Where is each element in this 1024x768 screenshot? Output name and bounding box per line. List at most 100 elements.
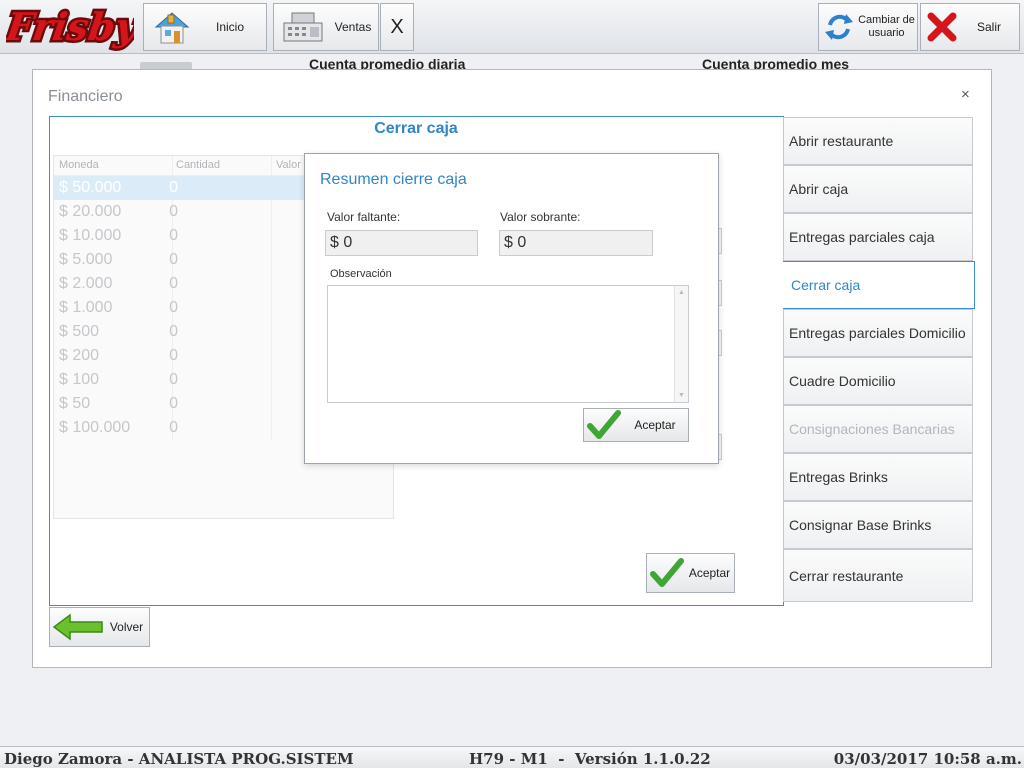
status-user: Diego Zamora - ANALISTA PROG.SISTEM — [4, 750, 354, 768]
menu-entregas-brinks[interactable]: Entregas Brinks — [783, 453, 973, 501]
grid-cell-moneda: $ 2.000 — [59, 275, 113, 292]
grid-cell-moneda: $ 50.000 — [59, 179, 122, 196]
menu-cuadre-domicilio[interactable]: Cuadre Domicilio — [783, 357, 973, 405]
financiero-close-icon[interactable]: × — [961, 86, 970, 103]
observacion-textarea[interactable]: ▲ ▼ — [327, 285, 689, 403]
textarea-scrollbar[interactable]: ▲ ▼ — [674, 286, 688, 402]
valor-sobrante-field[interactable]: $ 0 — [499, 230, 653, 256]
resumen-aceptar-label: Aceptar — [634, 418, 676, 432]
menu-label: Entregas parciales caja — [789, 229, 935, 245]
grid-cell-cantidad: 0 — [169, 371, 178, 388]
table-row[interactable]: $ 5.000 0 — [54, 248, 304, 272]
status-bar: Diego Zamora - ANALISTA PROG.SISTEM H79 … — [0, 746, 1024, 768]
exit-x-icon — [925, 10, 959, 44]
menu-label: Consignar Base Brinks — [789, 517, 932, 533]
grid-header-cantidad: Cantidad — [176, 159, 221, 171]
menu-label: Entregas Brinks — [789, 469, 888, 485]
grid-cell-cantidad: 0 — [169, 419, 178, 436]
grid-cell-cantidad: 0 — [169, 323, 178, 340]
grid-cell-cantidad: 0 — [169, 203, 178, 220]
table-row[interactable]: $ 20.000 0 — [54, 200, 304, 224]
grid-cell-cantidad: 0 — [169, 299, 178, 316]
menu-abrir-caja[interactable]: Abrir caja — [783, 165, 973, 213]
table-row[interactable]: $ 50 0 — [54, 392, 304, 416]
cambiar-usuario-button[interactable]: Cambiar de usuario — [818, 3, 918, 51]
panel-aceptar-label: Aceptar — [688, 566, 731, 580]
menu-cerrar-caja[interactable]: Cerrar caja — [783, 261, 975, 309]
grid-cell-moneda: $ 500 — [59, 323, 100, 340]
menu-entregas-parciales-caja[interactable]: Entregas parciales caja — [783, 213, 973, 261]
ventas-label: Ventas — [334, 20, 372, 34]
ventas-button[interactable]: Ventas — [273, 3, 379, 51]
inicio-button[interactable]: Inicio — [143, 3, 267, 51]
valor-faltante-label: Valor faltante: — [327, 210, 401, 224]
table-row[interactable]: $ 50.000 0 — [54, 176, 304, 200]
cash-register-icon — [278, 7, 328, 47]
grid-cell-cantidad: 0 — [169, 227, 178, 244]
grid-cell-cantidad: 0 — [169, 395, 178, 412]
table-row[interactable]: $ 100.000 0 — [54, 416, 304, 440]
resumen-aceptar-button[interactable]: Aceptar — [583, 408, 689, 442]
cambiar-usuario-label: Cambiar de usuario — [858, 14, 915, 39]
menu-cerrar-restaurante[interactable]: Cerrar restaurante — [783, 549, 973, 602]
scroll-up-icon[interactable]: ▲ — [675, 289, 688, 296]
grid-header-valor: Valor — [276, 159, 301, 171]
salir-label: Salir — [976, 20, 1001, 34]
menu-consignar-base-brinks[interactable]: Consignar Base Brinks — [783, 501, 973, 549]
close-tab-button[interactable]: X — [380, 3, 414, 51]
table-row[interactable]: $ 100 0 — [54, 368, 304, 392]
grid-cell-moneda: $ 100.000 — [59, 419, 131, 436]
scroll-down-icon[interactable]: ▼ — [675, 392, 688, 399]
volver-button[interactable]: Volver — [49, 607, 150, 647]
svg-text:Frisby: Frisby — [6, 5, 134, 50]
grid-cell-moneda: $ 20.000 — [59, 203, 122, 220]
grid-cell-moneda: $ 50 — [59, 395, 91, 412]
table-row[interactable]: $ 2.000 0 — [54, 272, 304, 296]
menu-label: Cuadre Domicilio — [789, 373, 896, 389]
valor-faltante-field[interactable]: $ 0 — [325, 230, 478, 256]
volver-label: Volver — [109, 620, 144, 634]
frisby-logo: Frisby Frisby — [0, 2, 146, 53]
home-icon — [150, 7, 194, 47]
grid-cell-moneda: $ 10.000 — [59, 227, 122, 244]
grid-cell-moneda: $ 200 — [59, 347, 100, 364]
arrow-left-icon — [52, 612, 104, 642]
grid-cell-cantidad: 0 — [169, 275, 178, 292]
refresh-icon — [822, 10, 856, 44]
grid-cell-cantidad: 0 — [169, 347, 178, 364]
panel-aceptar-button[interactable]: Aceptar — [646, 553, 735, 593]
salir-button[interactable]: Salir — [920, 3, 1020, 51]
grid-cell-cantidad: 0 — [169, 179, 178, 196]
grid-cell-moneda: $ 100 — [59, 371, 100, 388]
resumen-title: Resumen cierre caja — [320, 171, 467, 188]
checkmark-icon — [649, 556, 685, 590]
grid-cell-moneda: $ 1.000 — [59, 299, 113, 316]
menu-abrir-restaurante[interactable]: Abrir restaurante — [783, 117, 973, 165]
status-datetime: 03/03/2017 10:58 a.m. — [833, 750, 1022, 768]
close-tab-label: X — [390, 15, 404, 38]
financiero-title: Financiero — [48, 88, 123, 105]
menu-label: Abrir restaurante — [789, 133, 894, 149]
resumen-cierre-caja-dialog: Resumen cierre caja Valor faltante: $ 0 … — [304, 153, 719, 464]
menu-consignaciones-bancarias: Consignaciones Bancarias — [783, 405, 973, 453]
menu-label: Abrir caja — [789, 181, 849, 197]
cerrar-caja-title: Cerrar caja — [374, 120, 458, 137]
table-row[interactable]: $ 10.000 0 — [54, 224, 304, 248]
status-version: H79 - M1 - Versión 1.1.0.22 — [469, 750, 711, 768]
top-toolbar: Frisby Frisby Inicio Ventas X Cambiar de… — [0, 0, 1024, 54]
table-row[interactable]: $ 200 0 — [54, 344, 304, 368]
inicio-label: Inicio — [215, 20, 244, 34]
table-row[interactable]: $ 500 0 — [54, 320, 304, 344]
grid-header-moneda: Moneda — [59, 159, 99, 171]
grid-cell-cantidad: 0 — [169, 251, 178, 268]
valor-sobrante-label: Valor sobrante: — [500, 210, 581, 224]
menu-label: Cerrar restaurante — [789, 567, 904, 584]
table-row[interactable]: $ 1.000 0 — [54, 296, 304, 320]
menu-entregas-parciales-domicilio[interactable]: Entregas parciales Domicilio — [783, 309, 973, 357]
grid-cell-moneda: $ 5.000 — [59, 251, 113, 268]
menu-label: Entregas parciales Domicilio — [789, 325, 966, 341]
menu-label: Cerrar caja — [791, 277, 861, 293]
observacion-label: Observación — [330, 268, 392, 280]
menu-label: Consignaciones Bancarias — [789, 421, 955, 437]
checkmark-icon — [586, 409, 622, 441]
